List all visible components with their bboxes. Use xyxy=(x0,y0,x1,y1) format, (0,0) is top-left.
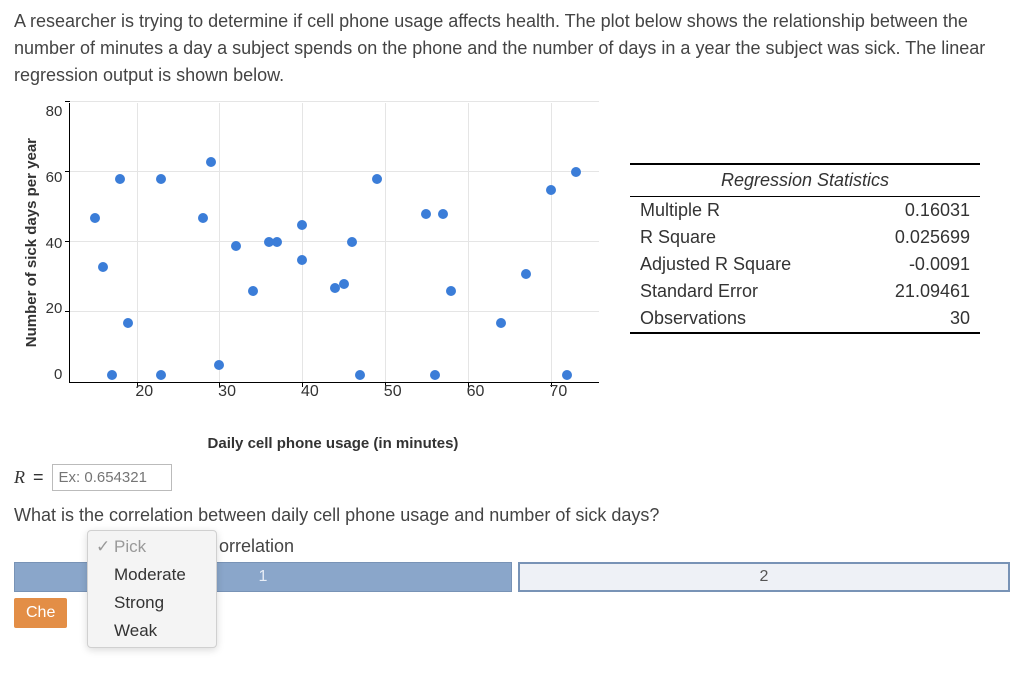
stat-value: 21.09461 xyxy=(855,278,980,305)
stat-value: 30 xyxy=(855,305,980,333)
data-point xyxy=(90,213,100,223)
stat-label: Adjusted R Square xyxy=(630,251,855,278)
dropdown-option-moderate[interactable]: Moderate xyxy=(88,561,216,589)
data-point xyxy=(571,167,581,177)
r-symbol: R xyxy=(14,467,25,488)
data-point xyxy=(115,174,125,184)
stat-label: Observations xyxy=(630,305,855,333)
table-row: R Square0.025699 xyxy=(630,224,980,251)
scatter-chart: Number of sick days per year 80 60 40 20… xyxy=(14,103,608,452)
stat-label: R Square xyxy=(630,224,855,251)
data-point xyxy=(231,241,241,251)
data-point xyxy=(430,370,440,380)
chart-and-stats-row: Number of sick days per year 80 60 40 20… xyxy=(14,103,1010,452)
dropdown-trailing-text: orrelation xyxy=(219,536,294,557)
data-point xyxy=(248,286,258,296)
plot-area xyxy=(69,103,599,383)
stats-header: Regression Statistics xyxy=(630,164,980,197)
x-axis-ticks: 20 30 40 50 60 70 xyxy=(78,383,608,405)
data-point xyxy=(446,286,456,296)
data-point xyxy=(198,213,208,223)
data-point xyxy=(339,279,349,289)
data-point xyxy=(98,262,108,272)
data-point xyxy=(562,370,572,380)
data-point xyxy=(297,255,307,265)
x-tick: 70 xyxy=(549,383,567,401)
data-point xyxy=(347,237,357,247)
data-point xyxy=(421,209,431,219)
correlation-dropdown[interactable]: Pick Moderate Strong Weak xyxy=(87,530,217,648)
y-axis-label: Number of sick days per year xyxy=(23,138,40,347)
data-point xyxy=(123,318,133,328)
stat-label: Multiple R xyxy=(630,197,855,225)
data-point xyxy=(107,370,117,380)
data-point xyxy=(372,174,382,184)
y-tick: 80 xyxy=(46,103,63,120)
check-button[interactable]: Che xyxy=(14,598,67,628)
table-row: Standard Error21.09461 xyxy=(630,278,980,305)
table-row: Multiple R0.16031 xyxy=(630,197,980,225)
y-tick: 60 xyxy=(46,169,63,186)
step-bar-2[interactable]: 2 xyxy=(518,562,1010,592)
data-point xyxy=(496,318,506,328)
stat-value: 0.16031 xyxy=(855,197,980,225)
stat-label: Standard Error xyxy=(630,278,855,305)
r-value-input[interactable] xyxy=(52,464,172,491)
x-axis-label: Daily cell phone usage (in minutes) xyxy=(208,435,459,452)
data-point xyxy=(438,209,448,219)
x-tick: 30 xyxy=(218,383,236,401)
data-point xyxy=(297,220,307,230)
table-row: Observations30 xyxy=(630,305,980,333)
data-point xyxy=(546,185,556,195)
data-point xyxy=(521,269,531,279)
data-point xyxy=(355,370,365,380)
r-input-row: R = xyxy=(14,464,1010,491)
equals-sign: = xyxy=(33,467,44,488)
x-tick: 60 xyxy=(467,383,485,401)
data-point xyxy=(214,360,224,370)
data-point xyxy=(206,157,216,167)
data-point xyxy=(272,237,282,247)
stat-value: 0.025699 xyxy=(855,224,980,251)
data-point xyxy=(156,370,166,380)
y-tick: 0 xyxy=(54,366,62,383)
dropdown-option-pick[interactable]: Pick xyxy=(88,533,216,561)
correlation-question: What is the correlation between daily ce… xyxy=(14,505,1010,526)
y-axis-ticks: 80 60 40 20 0 xyxy=(46,103,70,383)
question-prompt: A researcher is trying to determine if c… xyxy=(14,8,1010,89)
x-tick: 50 xyxy=(384,383,402,401)
dropdown-option-weak[interactable]: Weak xyxy=(88,617,216,645)
stat-value: -0.0091 xyxy=(855,251,980,278)
table-row: Adjusted R Square-0.0091 xyxy=(630,251,980,278)
y-tick: 20 xyxy=(46,300,63,317)
dropdown-option-strong[interactable]: Strong xyxy=(88,589,216,617)
x-tick: 40 xyxy=(301,383,319,401)
x-tick: 20 xyxy=(135,383,153,401)
y-tick: 40 xyxy=(46,235,63,252)
data-point xyxy=(156,174,166,184)
regression-stats-table: Regression Statistics Multiple R0.16031R… xyxy=(630,163,980,334)
